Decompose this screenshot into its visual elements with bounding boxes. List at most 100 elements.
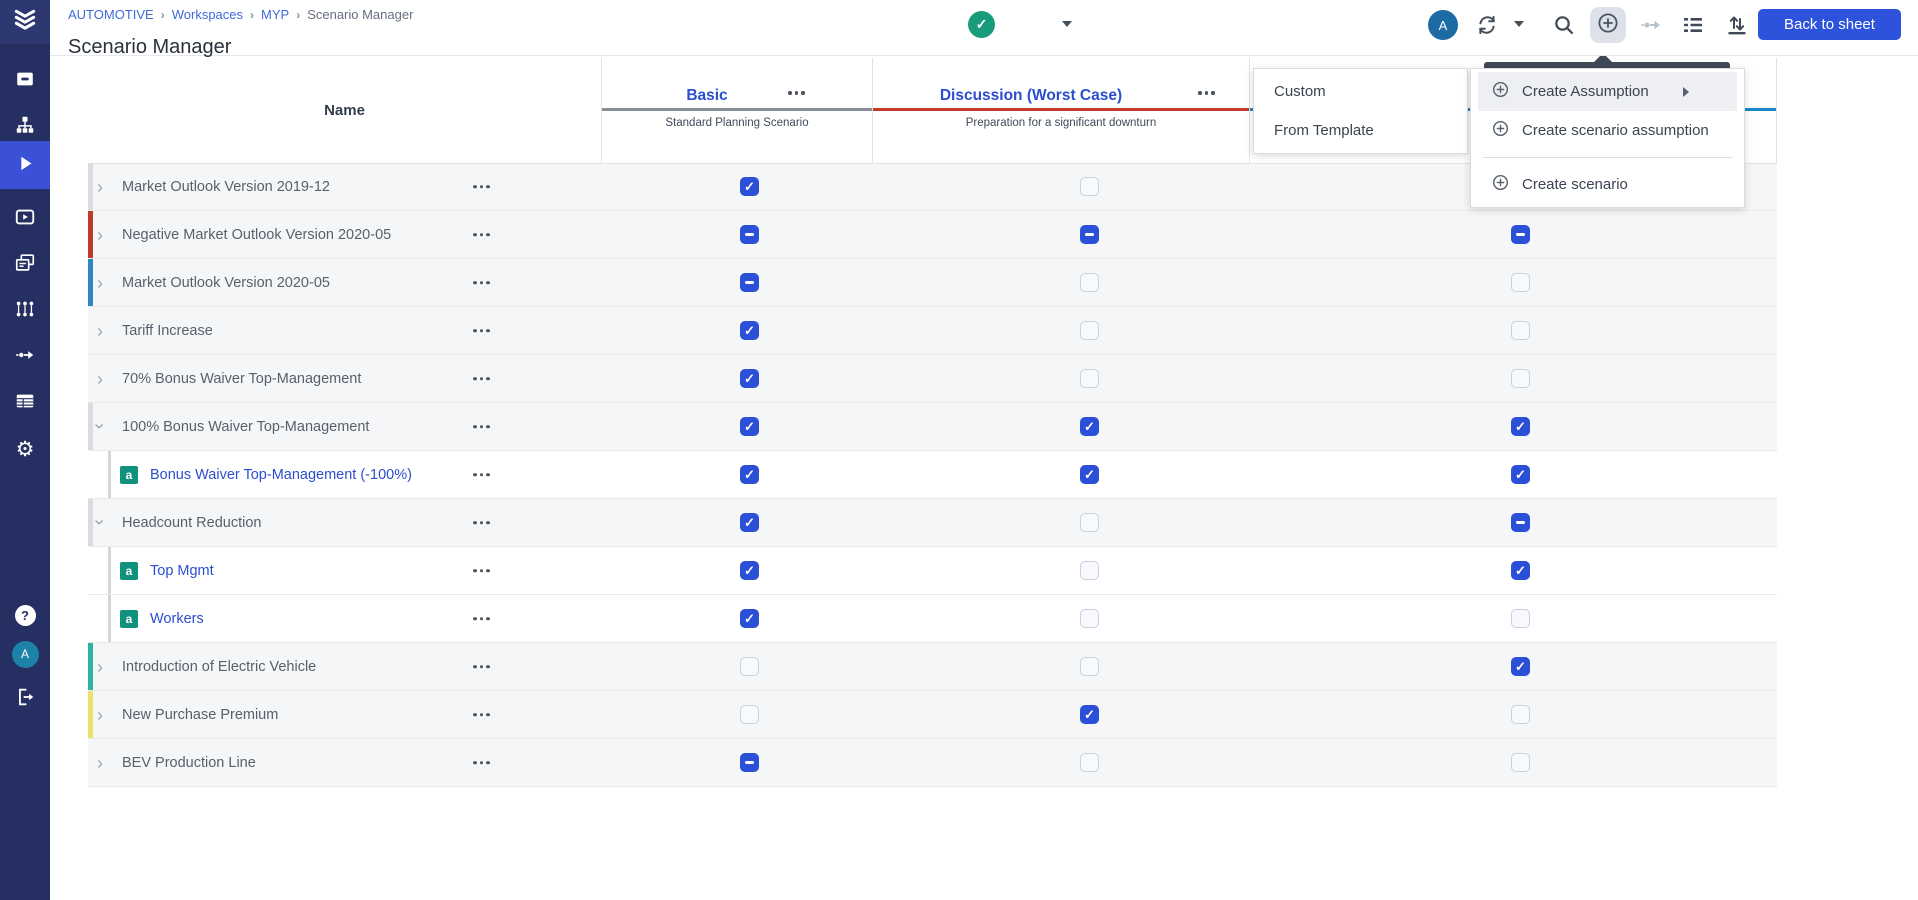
- scenario-checkbox[interactable]: [740, 177, 759, 196]
- scenario-checkbox[interactable]: [1080, 273, 1099, 292]
- row-menu-button[interactable]: [473, 473, 490, 477]
- breadcrumb-item-workspaces[interactable]: Workspaces: [172, 7, 243, 22]
- scenario-checkbox[interactable]: [740, 321, 759, 340]
- row-menu-button[interactable]: [473, 617, 490, 621]
- assumption-link[interactable]: Bonus Waiver Top-Management (-100%): [150, 467, 412, 483]
- row-menu-button[interactable]: [473, 761, 490, 765]
- scenario-checkbox[interactable]: [1511, 225, 1530, 244]
- scenario-checkbox[interactable]: [1080, 177, 1099, 196]
- scenario-column-title[interactable]: Basic: [602, 87, 812, 105]
- back-to-sheet-button[interactable]: Back to sheet: [1758, 9, 1901, 40]
- scenario-checkbox[interactable]: [1511, 513, 1530, 532]
- scenario-checkbox[interactable]: [740, 705, 759, 724]
- menu-item-create-scenario-assumption[interactable]: Create scenario assumption: [1471, 111, 1744, 150]
- breadcrumb-item-automotive[interactable]: AUTOMOTIVE: [68, 7, 154, 22]
- scenario-checkbox[interactable]: [1080, 705, 1099, 724]
- expand-chevron-icon[interactable]: ›: [97, 322, 103, 340]
- status-check-icon[interactable]: ✓: [968, 11, 995, 38]
- refresh-icon[interactable]: [1475, 13, 1499, 37]
- collapse-chevron-icon[interactable]: ›: [91, 519, 109, 525]
- scenario-checkbox[interactable]: [1080, 417, 1099, 436]
- user-avatar[interactable]: A: [1428, 10, 1458, 40]
- menu-item-create-assumption[interactable]: Create Assumption: [1478, 72, 1737, 111]
- breadcrumb-item-myp[interactable]: MYP: [261, 7, 289, 22]
- expand-chevron-icon[interactable]: ›: [97, 658, 103, 676]
- sidebar-user-avatar[interactable]: A: [0, 634, 50, 674]
- scenario-checkbox[interactable]: [740, 561, 759, 580]
- list-view-icon[interactable]: [1681, 13, 1705, 37]
- scenario-checkbox[interactable]: [740, 369, 759, 388]
- scenario-checkbox[interactable]: [1511, 561, 1530, 580]
- scenario-checkbox[interactable]: [1511, 609, 1530, 628]
- expand-chevron-icon[interactable]: ›: [97, 178, 103, 196]
- import-export-icon[interactable]: [1725, 13, 1749, 37]
- scenario-checkbox[interactable]: [1080, 657, 1099, 676]
- expand-chevron-icon[interactable]: ›: [97, 274, 103, 292]
- row-menu-button[interactable]: [473, 521, 490, 525]
- scenario-checkbox[interactable]: [1080, 513, 1099, 532]
- search-icon[interactable]: [1552, 13, 1576, 37]
- assumption-link[interactable]: Top Mgmt: [150, 563, 214, 579]
- row-menu-button[interactable]: [473, 377, 490, 381]
- scenario-checkbox[interactable]: [1511, 369, 1530, 388]
- scenario-checkbox[interactable]: [740, 273, 759, 292]
- menu-item-custom[interactable]: Custom: [1254, 72, 1467, 111]
- row-menu-button[interactable]: [473, 569, 490, 573]
- assumption-link[interactable]: Workers: [150, 611, 204, 627]
- scenario-checkbox[interactable]: [740, 417, 759, 436]
- menu-item-create-scenario[interactable]: Create scenario: [1471, 165, 1744, 204]
- row-menu-button[interactable]: [473, 233, 490, 237]
- refresh-caret-down-icon[interactable]: [1514, 21, 1524, 27]
- scenario-checkbox[interactable]: [1080, 225, 1099, 244]
- expand-chevron-icon[interactable]: ›: [97, 370, 103, 388]
- row-menu-button[interactable]: [473, 713, 490, 717]
- scenario-checkbox[interactable]: [740, 465, 759, 484]
- scenario-column-title[interactable]: Discussion (Worst Case): [873, 87, 1189, 105]
- scenario-checkbox[interactable]: [740, 657, 759, 676]
- sidebar-item-archive[interactable]: [0, 61, 50, 101]
- create-button[interactable]: [1590, 7, 1626, 43]
- scenario-checkbox[interactable]: [1511, 417, 1530, 436]
- expand-chevron-icon[interactable]: ›: [97, 706, 103, 724]
- row-menu-button[interactable]: [473, 329, 490, 333]
- status-caret-down-icon[interactable]: [1062, 21, 1072, 27]
- scenario-checkbox[interactable]: [1080, 369, 1099, 388]
- scenario-checkbox[interactable]: [1511, 705, 1530, 724]
- sidebar-item-simulation[interactable]: [0, 199, 50, 239]
- app-logo[interactable]: [0, 0, 50, 44]
- scenario-checkbox[interactable]: [1511, 321, 1530, 340]
- scenario-checkbox[interactable]: [1080, 561, 1099, 580]
- row-menu-button[interactable]: [473, 185, 490, 189]
- scenario-checkbox[interactable]: [1511, 657, 1530, 676]
- row-menu-button[interactable]: [473, 425, 490, 429]
- sidebar-item-models[interactable]: [0, 291, 50, 331]
- column-menu-button[interactable]: [1198, 91, 1215, 95]
- scenario-checkbox[interactable]: [1511, 273, 1530, 292]
- expand-chevron-icon[interactable]: ›: [97, 754, 103, 772]
- sidebar-item-dataflows[interactable]: [0, 337, 50, 377]
- sidebar-item-help[interactable]: ?: [0, 595, 50, 635]
- row-menu-button[interactable]: [473, 281, 490, 285]
- scenario-checkbox[interactable]: [1080, 321, 1099, 340]
- row-menu-button[interactable]: [473, 665, 490, 669]
- scenario-checkbox[interactable]: [1080, 465, 1099, 484]
- sidebar-item-logout[interactable]: [0, 679, 50, 719]
- menu-item-from-template[interactable]: From Template: [1254, 111, 1467, 150]
- scenario-checkbox[interactable]: [740, 609, 759, 628]
- sidebar-item-scenarios-active[interactable]: [0, 141, 50, 189]
- expand-chevron-icon[interactable]: ›: [97, 226, 103, 244]
- sidebar-item-data-tables[interactable]: [0, 383, 50, 423]
- scenario-checkbox[interactable]: [1080, 609, 1099, 628]
- plus-circle-icon: [1491, 80, 1510, 103]
- row-color-bar: [88, 211, 93, 258]
- scenario-checkbox[interactable]: [1511, 465, 1530, 484]
- scenario-checkbox[interactable]: [740, 225, 759, 244]
- collapse-chevron-icon[interactable]: ›: [91, 423, 109, 429]
- sidebar-item-presentations[interactable]: [0, 245, 50, 285]
- column-menu-button[interactable]: [788, 91, 805, 95]
- sidebar-item-settings[interactable]: ⚙: [0, 429, 50, 469]
- scenario-checkbox[interactable]: [1080, 753, 1099, 772]
- scenario-checkbox[interactable]: [1511, 753, 1530, 772]
- scenario-checkbox[interactable]: [740, 753, 759, 772]
- scenario-checkbox[interactable]: [740, 513, 759, 532]
